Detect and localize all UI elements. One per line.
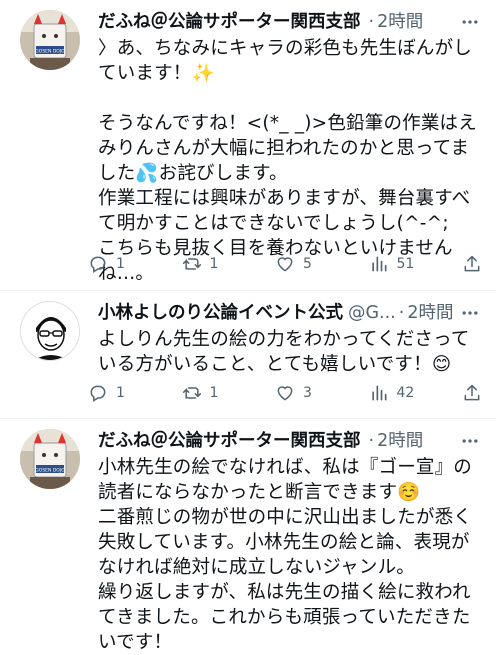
timestamp[interactable]: 2時間 xyxy=(377,429,423,453)
author-handle[interactable]: @G... xyxy=(348,301,396,325)
share-icon xyxy=(464,384,480,401)
more-icon[interactable] xyxy=(458,429,482,453)
reply-icon xyxy=(90,256,106,273)
avatar-image xyxy=(21,302,79,360)
author-name[interactable]: 小林よしのり公論イベント公式 xyxy=(98,301,343,325)
reply-count: 1 xyxy=(116,385,125,401)
avatar-image: GOSEN DOJO xyxy=(20,10,80,70)
share-icon xyxy=(464,255,480,272)
author-name[interactable]: だふね＠公論サポーター関西支部 xyxy=(98,429,361,453)
separator-dot: · xyxy=(398,303,405,323)
like-icon xyxy=(277,257,293,272)
share-button[interactable] xyxy=(462,254,482,274)
retweet-count: 1 xyxy=(209,385,219,401)
avatar[interactable]: GOSEN DOJO xyxy=(20,10,80,70)
tweet[interactable]: GOSEN DOJO だふね＠公論サポーター関西支部 · 2時間 〉あ、ちなみに… xyxy=(0,0,496,290)
timestamp[interactable]: 2時間 xyxy=(407,301,453,325)
avatar-logo-text: GOSEN DOJO xyxy=(35,49,65,55)
tweet-header: 小林よしのり公論イベント公式 @G... · 2時間 xyxy=(98,301,480,325)
tweet-text: よしりん先生の絵の力をわかってくださっている方がいること、とても嬉しいです！😊 xyxy=(98,329,470,375)
reply-button[interactable]: 1 xyxy=(88,383,138,403)
views-button[interactable]: 42 xyxy=(369,383,419,403)
tweet[interactable]: 小林よしのり公論イベント公式 @G... · 2時間 よしりん先生の絵の力をわか… xyxy=(0,290,496,418)
tweet-text: 小林先生の絵でなければ、私は『ゴー宣』の読者にならなかったと断言できます☺️ 二… xyxy=(98,457,473,653)
action-bar: 1 1 5 51 xyxy=(88,254,482,274)
timestamp[interactable]: 2時間 xyxy=(377,10,423,34)
views-count: 42 xyxy=(396,385,415,401)
separator-dot: · xyxy=(368,12,375,32)
retweet-button[interactable]: 1 xyxy=(182,383,232,403)
author-name[interactable]: だふね＠公論サポーター関西支部 xyxy=(98,10,361,34)
like-icon xyxy=(277,386,293,401)
retweet-icon xyxy=(182,258,201,270)
retweet-button[interactable]: 1 xyxy=(182,254,232,274)
like-button[interactable]: 5 xyxy=(275,254,325,274)
tweet-header: だふね＠公論サポーター関西支部 · 2時間 xyxy=(98,429,480,453)
retweet-count: 1 xyxy=(209,256,219,272)
reply-button[interactable]: 1 xyxy=(88,254,138,274)
more-icon[interactable] xyxy=(458,10,482,34)
views-count: 51 xyxy=(396,256,415,272)
avatar[interactable] xyxy=(20,301,80,361)
tweet-header: だふね＠公論サポーター関西支部 · 2時間 xyxy=(98,10,480,34)
action-bar: 1 1 3 42 xyxy=(88,383,482,403)
avatar-image: GOSEN DOJO xyxy=(20,429,80,489)
share-button[interactable] xyxy=(462,383,482,403)
separator-dot: · xyxy=(368,431,375,451)
retweet-icon xyxy=(182,387,201,399)
avatar-logo-text: GOSEN DOJO xyxy=(35,468,65,474)
avatar[interactable]: GOSEN DOJO xyxy=(20,429,80,489)
tweet[interactable]: GOSEN DOJO だふね＠公論サポーター関西支部 · 2時間 小林先生の絵で… xyxy=(0,418,496,653)
like-count: 5 xyxy=(303,256,312,272)
reply-count: 1 xyxy=(116,256,125,272)
views-button[interactable]: 51 xyxy=(369,254,419,274)
like-count: 3 xyxy=(303,385,312,401)
reply-icon xyxy=(90,385,106,402)
like-button[interactable]: 3 xyxy=(275,383,325,403)
tweet-text: 〉あ、ちなみにキャラの彩色も先生ぼんがしています！✨ そうなんですね！<(*_ … xyxy=(98,38,477,284)
views-icon xyxy=(371,256,386,272)
views-icon xyxy=(371,385,386,401)
more-icon[interactable] xyxy=(458,301,482,325)
